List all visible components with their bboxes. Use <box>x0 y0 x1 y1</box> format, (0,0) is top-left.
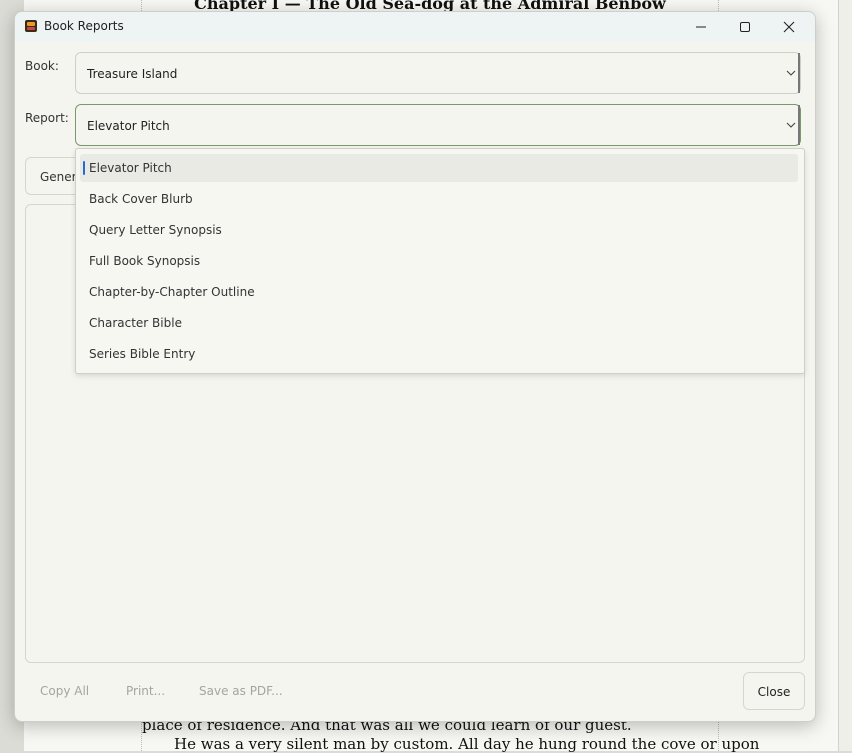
book-select-value: Treasure Island <box>87 67 178 81</box>
maximize-button[interactable] <box>723 12 767 42</box>
minimize-icon <box>696 26 706 28</box>
report-option[interactable]: Series Bible Entry <box>80 340 798 368</box>
report-option[interactable]: Elevator Pitch <box>80 154 798 182</box>
generate-button-label: Gener <box>40 170 77 184</box>
document-scroll-edge <box>838 0 852 751</box>
app-icon <box>25 20 37 32</box>
report-select[interactable]: Elevator Pitch <box>75 104 801 146</box>
report-option[interactable]: Character Bible <box>80 309 798 337</box>
report-option[interactable]: Query Letter Synopsis <box>80 216 798 244</box>
report-dropdown-list: Elevator Pitch Back Cover Blurb Query Le… <box>75 148 805 374</box>
close-icon <box>783 21 795 33</box>
close-button[interactable]: Close <box>743 672 805 710</box>
title-bar: Book Reports <box>15 12 815 42</box>
book-select[interactable]: Treasure Island <box>75 52 801 94</box>
close-window-button[interactable] <box>767 12 811 42</box>
maximize-icon <box>740 22 750 32</box>
book-reports-dialog: Book Reports Book: Treasure Island Repor… <box>14 11 816 722</box>
window-title: Book Reports <box>44 19 124 33</box>
print-button[interactable]: Print... <box>126 684 165 698</box>
report-option[interactable]: Back Cover Blurb <box>80 185 798 213</box>
chevron-down-icon <box>784 105 800 145</box>
save-as-pdf-button[interactable]: Save as PDF... <box>199 684 283 698</box>
close-button-label: Close <box>757 685 791 699</box>
book-label: Book: <box>25 59 59 73</box>
minimize-button[interactable] <box>679 12 723 42</box>
report-select-value: Elevator Pitch <box>87 119 170 133</box>
report-option[interactable]: Full Book Synopsis <box>80 247 798 275</box>
copy-all-button[interactable]: Copy All <box>40 684 89 698</box>
chevron-down-icon <box>784 53 800 93</box>
report-label: Report: <box>25 111 69 125</box>
document-text-line: He was a very silent man by custom. All … <box>174 735 760 753</box>
report-option[interactable]: Chapter-by-Chapter Outline <box>80 278 798 306</box>
